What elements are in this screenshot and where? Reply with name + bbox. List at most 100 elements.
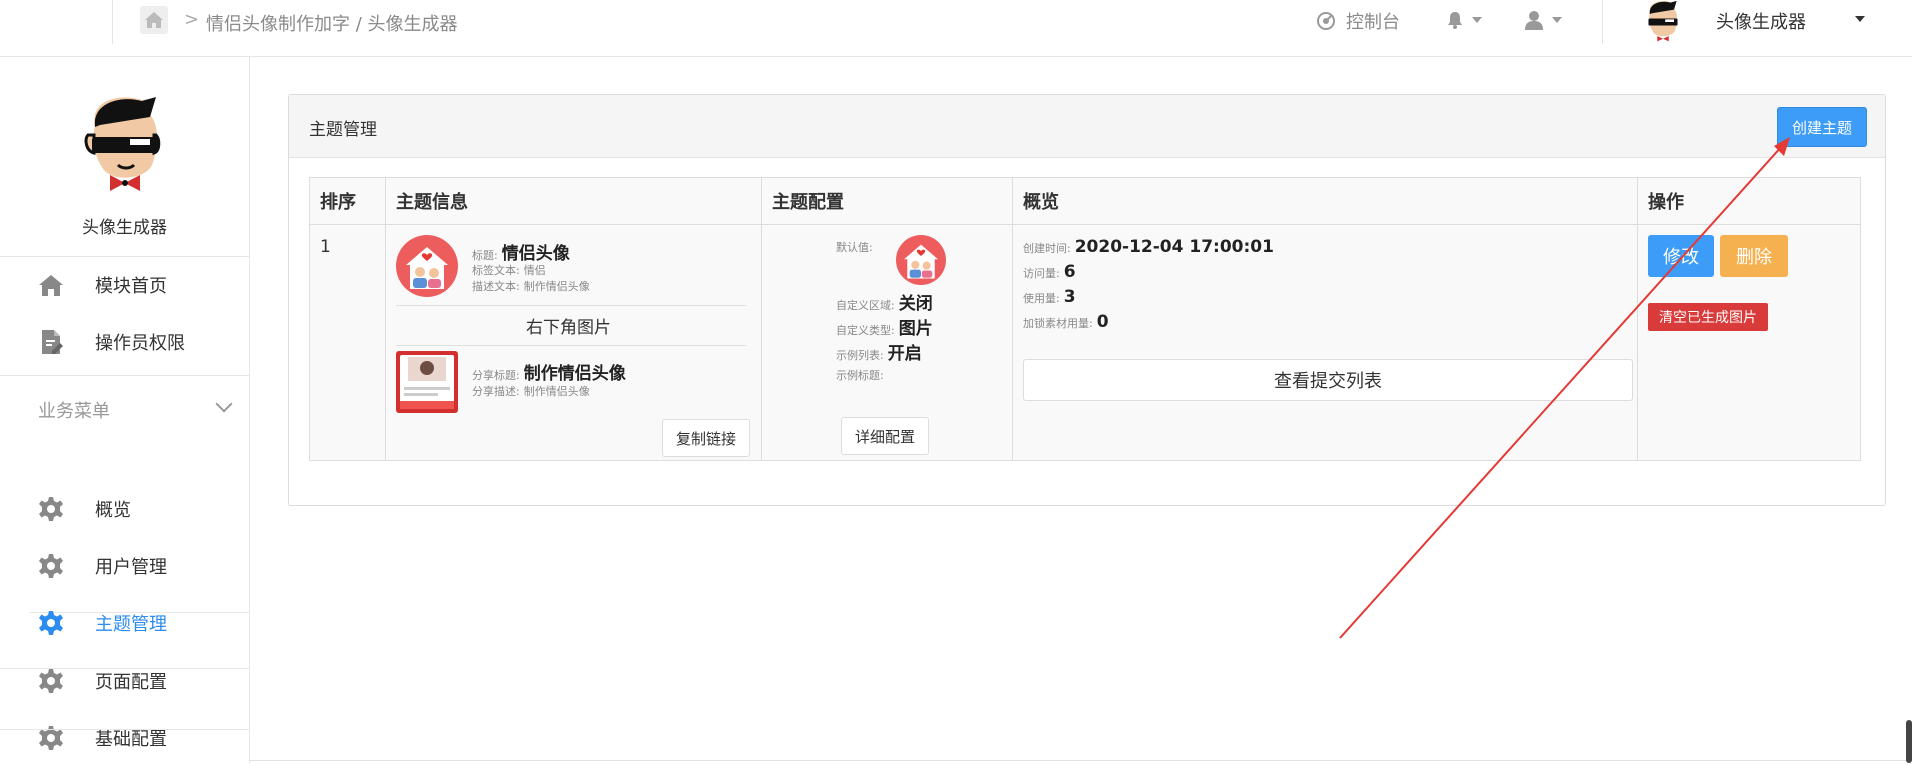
field-label: 示例标题: (836, 369, 884, 382)
navbar-divider (112, 0, 113, 44)
sidebar-item-overview[interactable]: 概览 (0, 480, 249, 536)
field-label: 分享描述: (472, 385, 520, 398)
column-header: 主题信息 (385, 177, 762, 225)
edit-button[interactable]: 修改 (1648, 235, 1714, 277)
share-title-field: 分享标题: 制作情侣头像 (472, 359, 626, 384)
section-divider (396, 345, 746, 346)
overview-cell: 创建时间: 2020-12-04 17:00:01 访问量: 6 使用量: 3 (1012, 224, 1638, 461)
panel-title: 主题管理 (309, 120, 377, 140)
field-label: 使用量: (1023, 292, 1060, 305)
created-time-value: 2020-12-04 17:00:01 (1074, 237, 1274, 257)
notification-menu[interactable] (1446, 10, 1482, 30)
console-link[interactable]: 控制台 (1316, 8, 1400, 34)
chevron-down-icon (1472, 17, 1482, 23)
panel-header: 主题管理 创建主题 (289, 95, 1885, 158)
theme-tag-value: 情侣 (523, 264, 546, 277)
sidebar-item-label: 页面配置 (95, 672, 167, 693)
theme-desc-field: 描述文本: 制作情侣头像 (472, 278, 590, 294)
field-label: 描述文本: (472, 280, 520, 293)
sidebar-item-label: 用户管理 (95, 557, 167, 578)
column-header: 排序 (309, 177, 386, 225)
share-desc-value: 制作情侣头像 (523, 385, 590, 398)
create-theme-button[interactable]: 创建主题 (1777, 107, 1867, 147)
share-title-value: 制作情侣头像 (523, 364, 626, 384)
page-footer-divider (249, 760, 1912, 761)
sidebar-divider (0, 729, 249, 730)
table-header-row: 排序 主题信息 主题配置 概览 操作 (309, 177, 1861, 225)
sidebar-group-label[interactable]: 业务菜单 (38, 397, 110, 423)
theme-desc-value: 制作情侣头像 (523, 280, 590, 293)
sidebar-item-basic-config[interactable]: 基础配置 (0, 709, 249, 765)
custom-area-value: 关闭 (898, 294, 933, 314)
dashboard-icon (1317, 12, 1335, 30)
clear-generated-images-button[interactable]: 清空已生成图片 (1648, 303, 1768, 331)
visits-field: 访问量: 6 (1023, 262, 1076, 282)
sidebar-item-operator-permissions[interactable]: 操作员权限 (0, 313, 249, 369)
column-header: 主题配置 (761, 177, 1013, 225)
sidebar-item-user-management[interactable]: 用户管理 (0, 537, 249, 593)
sidebar-app-title: 头像生成器 (82, 218, 167, 238)
sidebar-item-label: 主题管理 (95, 614, 167, 635)
theme-title-value: 情侣头像 (501, 244, 570, 264)
default-thumbnail (896, 235, 946, 285)
theme-title-field: 标题: 情侣头像 (472, 239, 570, 264)
custom-type-field: 自定义类型: 图片 (836, 314, 933, 339)
top-navbar: > 情侣头像制作加字 / 头像生成器 控制台 头像生成器 (0, 0, 1912, 57)
console-label: 控制台 (1346, 12, 1400, 33)
order-cell: 1 (309, 224, 386, 461)
sidebar-item-theme-management[interactable]: 主题管理 (0, 594, 249, 650)
custom-type-value: 图片 (898, 319, 933, 339)
breadcrumb-separator: > (184, 9, 200, 30)
theme-config-cell: 默认值: 自定义区域: 关闭 自定义类型: 图片 示例列表: 开启 示例标题: … (761, 224, 1013, 461)
sidebar-item-page-config[interactable]: 页面配置 (0, 652, 249, 708)
copy-link-button[interactable]: 复制链接 (662, 419, 750, 457)
user-menu[interactable] (1524, 10, 1562, 30)
gear-icon (39, 611, 63, 635)
home-icon (39, 275, 63, 296)
gear-icon (39, 497, 63, 521)
field-label: 自定义区域: (836, 299, 895, 312)
order-value: 1 (320, 237, 331, 257)
section-divider (396, 305, 746, 306)
default-value-label: 默认值: (836, 241, 873, 254)
view-submissions-button[interactable]: 查看提交列表 (1023, 359, 1633, 401)
sidebar-item-module-home[interactable]: 模块首页 (0, 256, 249, 312)
breadcrumb[interactable]: 情侣头像制作加字 / 头像生成器 (206, 10, 458, 36)
theme-info-cell: 标题: 情侣头像 标签文本: 情侣 描述文本: 制作情侣头像 右下角图片 分享标… (385, 224, 762, 461)
sidebar: 头像生成器 模块首页 操作员权限 业务菜单 概览 用户管理 主题管理 页面配置 … (0, 57, 250, 763)
locked-material-field: 加锁素材用量: 0 (1023, 312, 1109, 332)
sidebar-item-label: 模块首页 (95, 276, 167, 297)
locked-material-value: 0 (1096, 312, 1109, 332)
document-edit-icon (42, 330, 63, 354)
scrollbar-thumb[interactable] (1906, 720, 1912, 763)
app-avatar-icon[interactable] (1642, 0, 1684, 44)
field-label: 加锁素材用量: (1023, 317, 1093, 330)
navbar-divider (1602, 0, 1603, 44)
example-list-field: 示例列表: 开启 (836, 339, 922, 364)
created-time-field: 创建时间: 2020-12-04 17:00:01 (1023, 237, 1274, 257)
theme-thumbnail (396, 235, 458, 297)
field-label: 自定义类型: (836, 324, 895, 337)
sidebar-divider (0, 375, 249, 376)
home-icon[interactable] (140, 6, 168, 34)
chevron-down-icon[interactable] (215, 395, 233, 413)
sidebar-item-label: 操作员权限 (95, 333, 185, 354)
detail-config-button[interactable]: 详细配置 (841, 417, 929, 455)
column-header: 操作 (1637, 177, 1861, 225)
delete-button[interactable]: 删除 (1720, 235, 1788, 277)
share-thumbnail (396, 351, 458, 413)
uses-value: 3 (1063, 287, 1076, 307)
column-header: 概览 (1012, 177, 1638, 225)
theme-management-panel: 主题管理 创建主题 排序 主题信息 主题配置 概览 操作 1 标题: 情侣头像 … (288, 94, 1886, 506)
app-title[interactable]: 头像生成器 (1716, 8, 1806, 34)
example-list-value: 开启 (887, 344, 922, 364)
field-label: 分享标题: (472, 369, 520, 382)
field-label: 访问量: (1023, 267, 1060, 280)
chevron-down-icon[interactable] (1855, 16, 1865, 22)
user-icon (1525, 11, 1543, 30)
field-label: 标题: (472, 249, 498, 262)
custom-area-field: 自定义区域: 关闭 (836, 289, 933, 314)
field-label: 标签文本: (472, 264, 520, 277)
share-desc-field: 分享描述: 制作情侣头像 (472, 383, 590, 399)
field-label: 示例列表: (836, 349, 884, 362)
